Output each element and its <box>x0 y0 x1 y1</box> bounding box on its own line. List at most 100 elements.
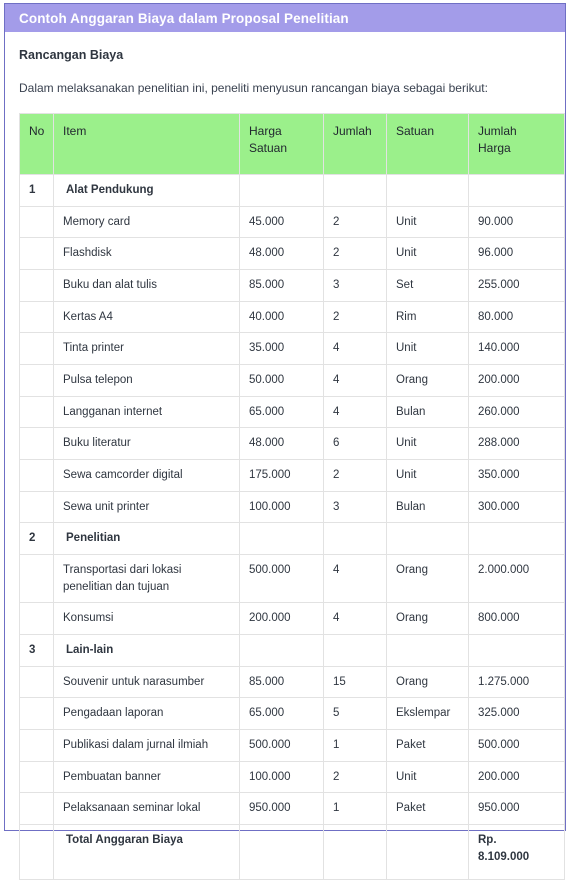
cell-item: Pembuatan banner <box>53 760 240 794</box>
cell-jumlah-harga <box>468 522 565 556</box>
cell-jumlah-harga: 90.000 <box>468 205 565 239</box>
table-row: Total Anggaran Biaya Rp. 8.109.000 <box>19 824 565 880</box>
cell-satuan: Unit <box>386 205 469 239</box>
cell-item: Penelitian <box>53 522 240 556</box>
cell-item: Lain-lain <box>53 634 240 667</box>
card-body: Rancangan Biaya Dalam melaksanakan penel… <box>5 32 565 880</box>
cell-item: Pelaksanaan seminar lokal <box>53 792 240 826</box>
cell-jumlah-harga: 2.000.000 <box>468 554 565 604</box>
table-row: Langganan internet 65.000 4 Bulan 260.000 <box>19 395 565 429</box>
table-header-row: No Item Harga Satuan Jumlah Satuan Jumlah… <box>19 113 565 175</box>
cell-jumlah-harga: 300.000 <box>468 490 565 524</box>
cell-jumlah: 15 <box>323 665 387 699</box>
cell-jumlah <box>323 634 387 667</box>
cell-jumlah: 2 <box>323 237 387 271</box>
table-row: Buku literatur 48.000 6 Unit 288.000 <box>19 427 565 461</box>
cell-jumlah-harga: Rp. 8.109.000 <box>468 824 565 880</box>
column-header-item: Item <box>53 113 240 175</box>
card-header: Contoh Anggaran Biaya dalam Proposal Pen… <box>5 4 565 32</box>
cell-jumlah <box>323 522 387 556</box>
cell-item: Sewa unit printer <box>53 490 240 524</box>
cell-jumlah: 2 <box>323 760 387 794</box>
cell-satuan: Unit <box>386 237 469 271</box>
table-row: Sewa camcorder digital 175.000 2 Unit 350.00… <box>19 459 565 492</box>
cell-jumlah: 4 <box>323 364 387 397</box>
cell-no: 2 <box>19 522 54 556</box>
cell-harga-satuan: 35.000 <box>239 332 324 366</box>
table-row: Sewa unit printer 100.000 3 Bulan 300.000 <box>19 490 565 524</box>
cell-satuan <box>386 174 469 207</box>
cell-jumlah-harga: 1.275.000 <box>468 665 565 699</box>
cell-no <box>19 269 54 302</box>
table-row: Tinta printer 35.000 4 Unit 140.000 <box>19 332 565 366</box>
cell-satuan: Bulan <box>386 490 469 524</box>
cell-jumlah: 4 <box>323 332 387 366</box>
table-row: 3 Lain-lain <box>19 634 565 667</box>
cell-satuan: Unit <box>386 459 469 492</box>
cell-item: Kertas A4 <box>53 300 240 334</box>
cell-item: Pengadaan laporan <box>53 697 240 731</box>
table-row: Souvenir untuk narasumber 85.000 15 Orang 1.… <box>19 665 565 699</box>
cell-harga-satuan: 175.000 <box>239 459 324 492</box>
cell-harga-satuan: 50.000 <box>239 364 324 397</box>
cell-item: Publikasi dalam jurnal ilmiah <box>53 729 240 762</box>
cell-no <box>19 554 54 604</box>
cell-jumlah-harga: 96.000 <box>468 237 565 271</box>
cell-item: Langganan internet <box>53 395 240 429</box>
cell-harga-satuan: 100.000 <box>239 490 324 524</box>
cell-jumlah-harga: 260.000 <box>468 395 565 429</box>
cell-harga-satuan: 100.000 <box>239 760 324 794</box>
table-row: Memory card 45.000 2 Unit 90.000 <box>19 205 565 239</box>
cell-satuan: Orang <box>386 602 469 636</box>
cell-harga-satuan <box>239 634 324 667</box>
cell-jumlah-harga <box>468 634 565 667</box>
cell-harga-satuan: 65.000 <box>239 697 324 731</box>
table-row: Pelaksanaan seminar lokal 950.000 1 Paket 95… <box>19 792 565 826</box>
page-title: Contoh Anggaran Biaya dalam Proposal Pen… <box>19 10 349 26</box>
cell-satuan: Unit <box>386 332 469 366</box>
cell-no <box>19 697 54 731</box>
table-row: Publikasi dalam jurnal ilmiah 500.000 1 Pak… <box>19 729 565 762</box>
cell-harga-satuan: 500.000 <box>239 729 324 762</box>
cell-item: Konsumsi <box>53 602 240 636</box>
table-row: Pulsa telepon 50.000 4 Orang 200.000 <box>19 364 565 397</box>
cell-jumlah: 1 <box>323 729 387 762</box>
cell-harga-satuan <box>239 522 324 556</box>
column-header-jumlah-harga: Jumlah Harga <box>468 113 565 175</box>
table-row: 2 Penelitian <box>19 522 565 556</box>
cell-item: Transportasi dari lokasi penelitian dan … <box>53 554 240 604</box>
cell-no <box>19 729 54 762</box>
cell-harga-satuan: 200.000 <box>239 602 324 636</box>
cell-satuan: Unit <box>386 760 469 794</box>
table-row: Buku dan alat tulis 85.000 3 Set 255.000 <box>19 269 565 302</box>
cell-jumlah: 2 <box>323 300 387 334</box>
cell-harga-satuan: 40.000 <box>239 300 324 334</box>
column-header-satuan: Satuan <box>386 113 469 175</box>
cell-satuan: Paket <box>386 729 469 762</box>
cell-jumlah: 3 <box>323 490 387 524</box>
cell-harga-satuan: 85.000 <box>239 269 324 302</box>
cell-jumlah-harga: 255.000 <box>468 269 565 302</box>
cell-jumlah-harga: 80.000 <box>468 300 565 334</box>
cell-harga-satuan <box>239 824 324 880</box>
cell-harga-satuan: 45.000 <box>239 205 324 239</box>
cell-item: Souvenir untuk narasumber <box>53 665 240 699</box>
cell-jumlah-harga: 200.000 <box>468 364 565 397</box>
cell-jumlah-harga: 288.000 <box>468 427 565 461</box>
cell-jumlah <box>323 824 387 880</box>
section-heading: Rancangan Biaya <box>19 48 124 62</box>
cell-jumlah: 1 <box>323 792 387 826</box>
cell-item: Alat Pendukung <box>53 174 240 207</box>
cell-jumlah: 2 <box>323 459 387 492</box>
cell-item: Flashdisk <box>53 237 240 271</box>
cell-harga-satuan: 500.000 <box>239 554 324 604</box>
cell-jumlah-harga: 140.000 <box>468 332 565 366</box>
cell-no: 3 <box>19 634 54 667</box>
cell-satuan <box>386 522 469 556</box>
table-row: Flashdisk 48.000 2 Unit 96.000 <box>19 237 565 271</box>
budget-example-card: Contoh Anggaran Biaya dalam Proposal Pen… <box>4 3 566 880</box>
cell-jumlah <box>323 174 387 207</box>
column-header-harga-satuan: Harga Satuan <box>239 113 324 175</box>
cell-jumlah: 3 <box>323 269 387 302</box>
cell-no <box>19 205 54 239</box>
